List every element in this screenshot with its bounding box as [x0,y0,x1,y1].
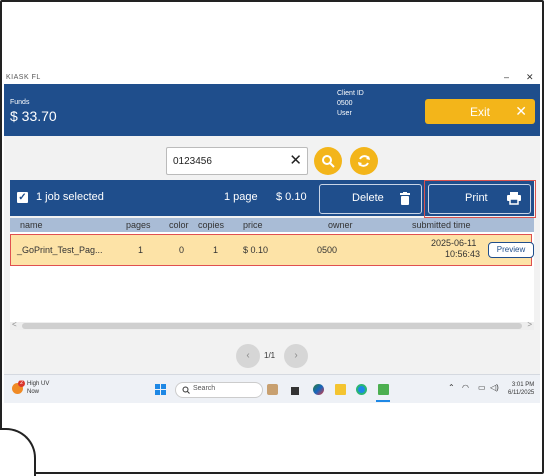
search-icon [182,386,190,394]
window-close-button[interactable]: ✕ [526,72,534,83]
cell-submitted-date: 2025-06-11 [431,238,477,248]
terminal-icon[interactable] [291,387,299,395]
cell-price: $ 0.10 [243,245,269,255]
search-icon [322,155,335,168]
clear-icon[interactable]: ✕ [289,151,302,169]
active-app-indicator [376,400,390,402]
delete-button[interactable]: Delete [319,184,422,214]
client-info: Client ID 0500 User [337,89,364,119]
cell-name: _GoPrint_Test_Pag... [17,245,103,255]
selected-price-label: $ 0.10 [276,191,307,203]
client-id-label: Client ID [337,90,364,97]
column-header-price[interactable]: price [243,220,263,230]
weather-widget[interactable]: High UV Now [27,380,49,396]
window-titlebar: KIASK FL – ✕ [4,72,540,84]
search-button[interactable] [314,147,342,175]
edge-browser-icon[interactable] [356,384,367,395]
select-all-checkbox[interactable]: ✓ [17,192,28,203]
cell-color: 0 [179,245,185,255]
column-header-copies[interactable]: copies [198,220,224,230]
cell-owner: 0500 [317,245,338,255]
next-page-button[interactable]: › [284,344,308,368]
minimize-button[interactable]: – [504,72,509,82]
column-header-name[interactable]: name [20,220,43,230]
close-icon: ✕ [515,103,527,119]
weather-line-2: Now [27,389,40,395]
refresh-button[interactable] [350,147,378,175]
file-explorer-icon[interactable] [335,384,346,395]
kiosk-app-icon[interactable] [378,384,389,395]
selected-pages-label: 1 page [224,191,258,203]
weather-line-1: High UV [27,381,50,387]
scroll-left-icon[interactable]: < [12,320,17,329]
app-header: Funds $ 33.70 Client ID 0500 User Exit ✕ [4,84,540,136]
display-icon[interactable]: ▭ [478,383,486,392]
column-header-submitted-time[interactable]: submitted time [412,220,471,230]
taskbar-clock[interactable]: 3:01 PM 6/11/2025 [508,381,534,397]
network-icon[interactable]: ◠ [462,383,469,392]
exit-label: Exit [470,105,491,119]
funds-value: $ 33.70 [10,108,57,124]
horizontal-scrollbar[interactable]: < > [10,320,534,330]
scrollbar-thumb[interactable] [22,323,522,329]
chevron-right-icon: › [294,350,298,361]
window-title: KIASK FL [6,74,41,81]
kiosk-app-window: KIASK FL – ✕ Funds $ 33.70 Client ID 050… [4,72,540,402]
column-header-owner[interactable]: owner [328,220,353,230]
cell-pages: 1 [138,245,144,255]
client-id-value: 0500 [337,100,353,107]
job-search-field[interactable]: ✕ [166,147,308,175]
prev-page-button[interactable]: ‹ [236,344,260,368]
exit-button[interactable]: Exit ✕ [425,99,535,124]
column-header-pages[interactable]: pages [126,220,151,230]
chevron-up-icon[interactable]: ⌃ [448,383,455,392]
table-row[interactable]: _GoPrint_Test_Pag... 1 0 1 $ 0.10 0500 2… [10,234,534,266]
cell-submitted-time: 10:56:43 [445,249,481,259]
column-header-color[interactable]: color [169,220,189,230]
windows-taskbar: 2 High UV Now Search ⌃ ◠ ▭ ◁) 3:01 PM 6/… [4,374,540,403]
trash-icon [400,192,410,205]
table-header: name pages color copies price owner subm… [10,218,534,232]
copilot-icon[interactable] [313,384,324,395]
print-button[interactable]: Print [428,184,531,214]
scroll-right-icon[interactable]: > [527,320,532,329]
job-table-body: _GoPrint_Test_Pag... 1 0 1 $ 0.10 0500 2… [10,232,534,322]
refresh-icon [358,155,370,167]
search-input[interactable] [171,152,283,170]
page-indicator: 1/1 [264,351,276,360]
chevron-left-icon: ‹ [246,350,250,361]
delete-label: Delete [352,192,384,204]
clock-date: 6/11/2025 [508,390,535,396]
cell-copies: 1 [213,245,219,255]
volume-icon[interactable]: ◁) [490,383,499,392]
print-label: Print [465,192,488,204]
printer-icon [507,192,521,205]
user-label: User [337,110,352,117]
taskbar-search-placeholder: Search [193,385,216,392]
preview-button[interactable]: Preview [488,242,534,258]
taskbar-search[interactable]: Search [175,382,263,398]
notification-badge: 2 [18,380,25,387]
selected-count-label: 1 job selected [36,191,104,203]
job-action-bar: ✓ 1 job selected 1 page $ 0.10 Delete Pr… [10,180,536,218]
start-icon[interactable] [155,384,166,395]
pet-app-icon[interactable] [267,384,278,395]
funds-label: Funds [10,99,30,106]
clock-time: 3:01 PM [511,382,535,388]
